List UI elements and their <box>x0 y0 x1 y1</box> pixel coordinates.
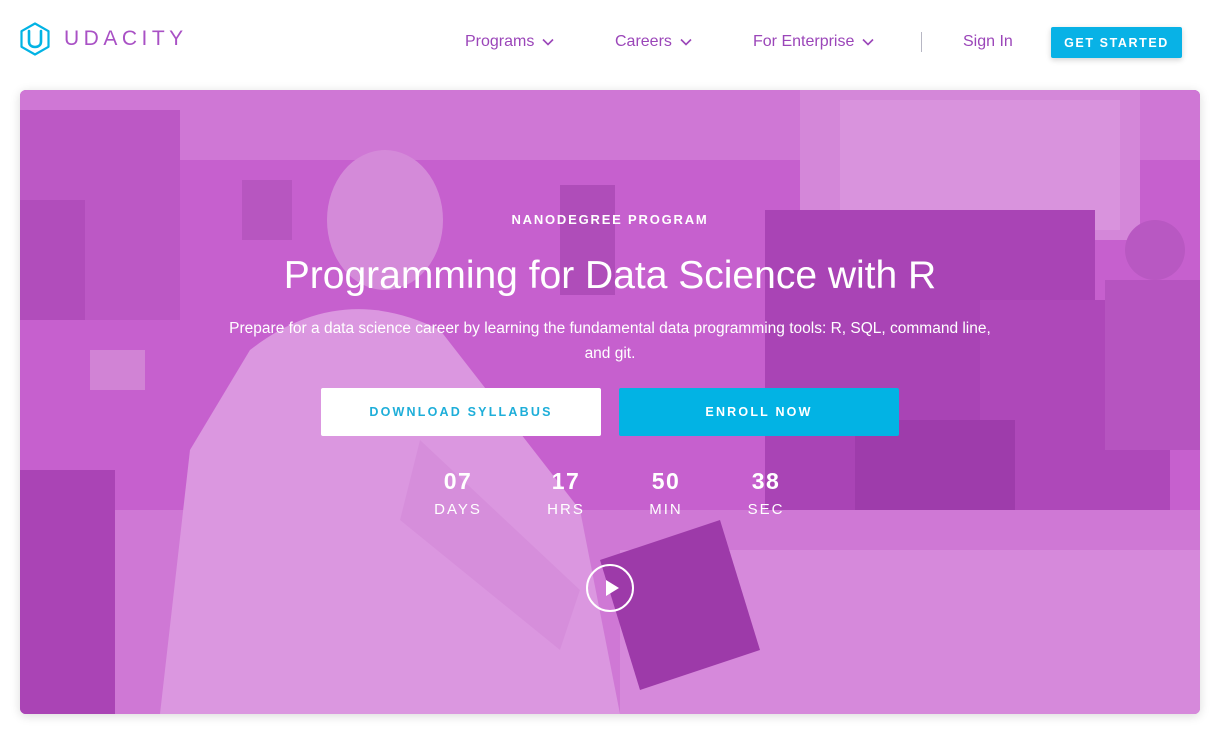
sign-in-link[interactable]: Sign In <box>963 30 1013 54</box>
countdown-label: HRS <box>547 501 585 518</box>
countdown-hours: 17 HRS <box>521 468 611 518</box>
nav-item-label: Programs <box>465 33 535 50</box>
countdown-seconds: 38 SEC <box>721 468 811 518</box>
nav-item-careers[interactable]: Careers <box>615 30 692 54</box>
nav-item-for-enterprise[interactable]: For Enterprise <box>753 30 874 54</box>
get-started-button[interactable]: GET STARTED <box>1051 27 1182 58</box>
site-header: UDACITY Programs Careers For Enterprise … <box>0 0 1224 90</box>
download-syllabus-button[interactable]: DOWNLOAD SYLLABUS <box>321 388 601 436</box>
countdown-value: 17 <box>551 468 581 494</box>
program-description: Prepare for a data science career by lea… <box>229 320 991 362</box>
countdown-value: 38 <box>751 468 781 494</box>
countdown-label: SEC <box>747 501 785 518</box>
countdown-label: DAYS <box>434 501 482 518</box>
chevron-down-icon <box>680 38 692 46</box>
countdown-days: 07 DAYS <box>413 468 503 518</box>
main-nav: Programs Careers For Enterprise Sign In <box>0 30 1224 54</box>
countdown-minutes: 50 MIN <box>621 468 711 518</box>
enroll-now-button[interactable]: ENROLL NOW <box>619 388 899 436</box>
program-eyebrow: NANODEGREE PROGRAM <box>511 212 709 227</box>
countdown-value: 07 <box>443 468 473 494</box>
play-icon <box>605 580 619 596</box>
hero-tint-overlay <box>20 90 1200 714</box>
chevron-down-icon <box>862 38 874 46</box>
nav-item-label: For Enterprise <box>753 33 855 50</box>
nav-item-label: Careers <box>615 33 672 50</box>
nav-divider <box>921 32 922 52</box>
play-video-button[interactable] <box>586 564 634 612</box>
countdown-value: 50 <box>651 468 681 494</box>
program-title: Programming for Data Science with R <box>283 254 937 297</box>
hero-banner: NANODEGREE PROGRAM Programming for Data … <box>20 90 1200 714</box>
countdown-label: MIN <box>649 501 683 518</box>
nav-item-programs[interactable]: Programs <box>465 30 554 54</box>
chevron-down-icon <box>542 38 554 46</box>
